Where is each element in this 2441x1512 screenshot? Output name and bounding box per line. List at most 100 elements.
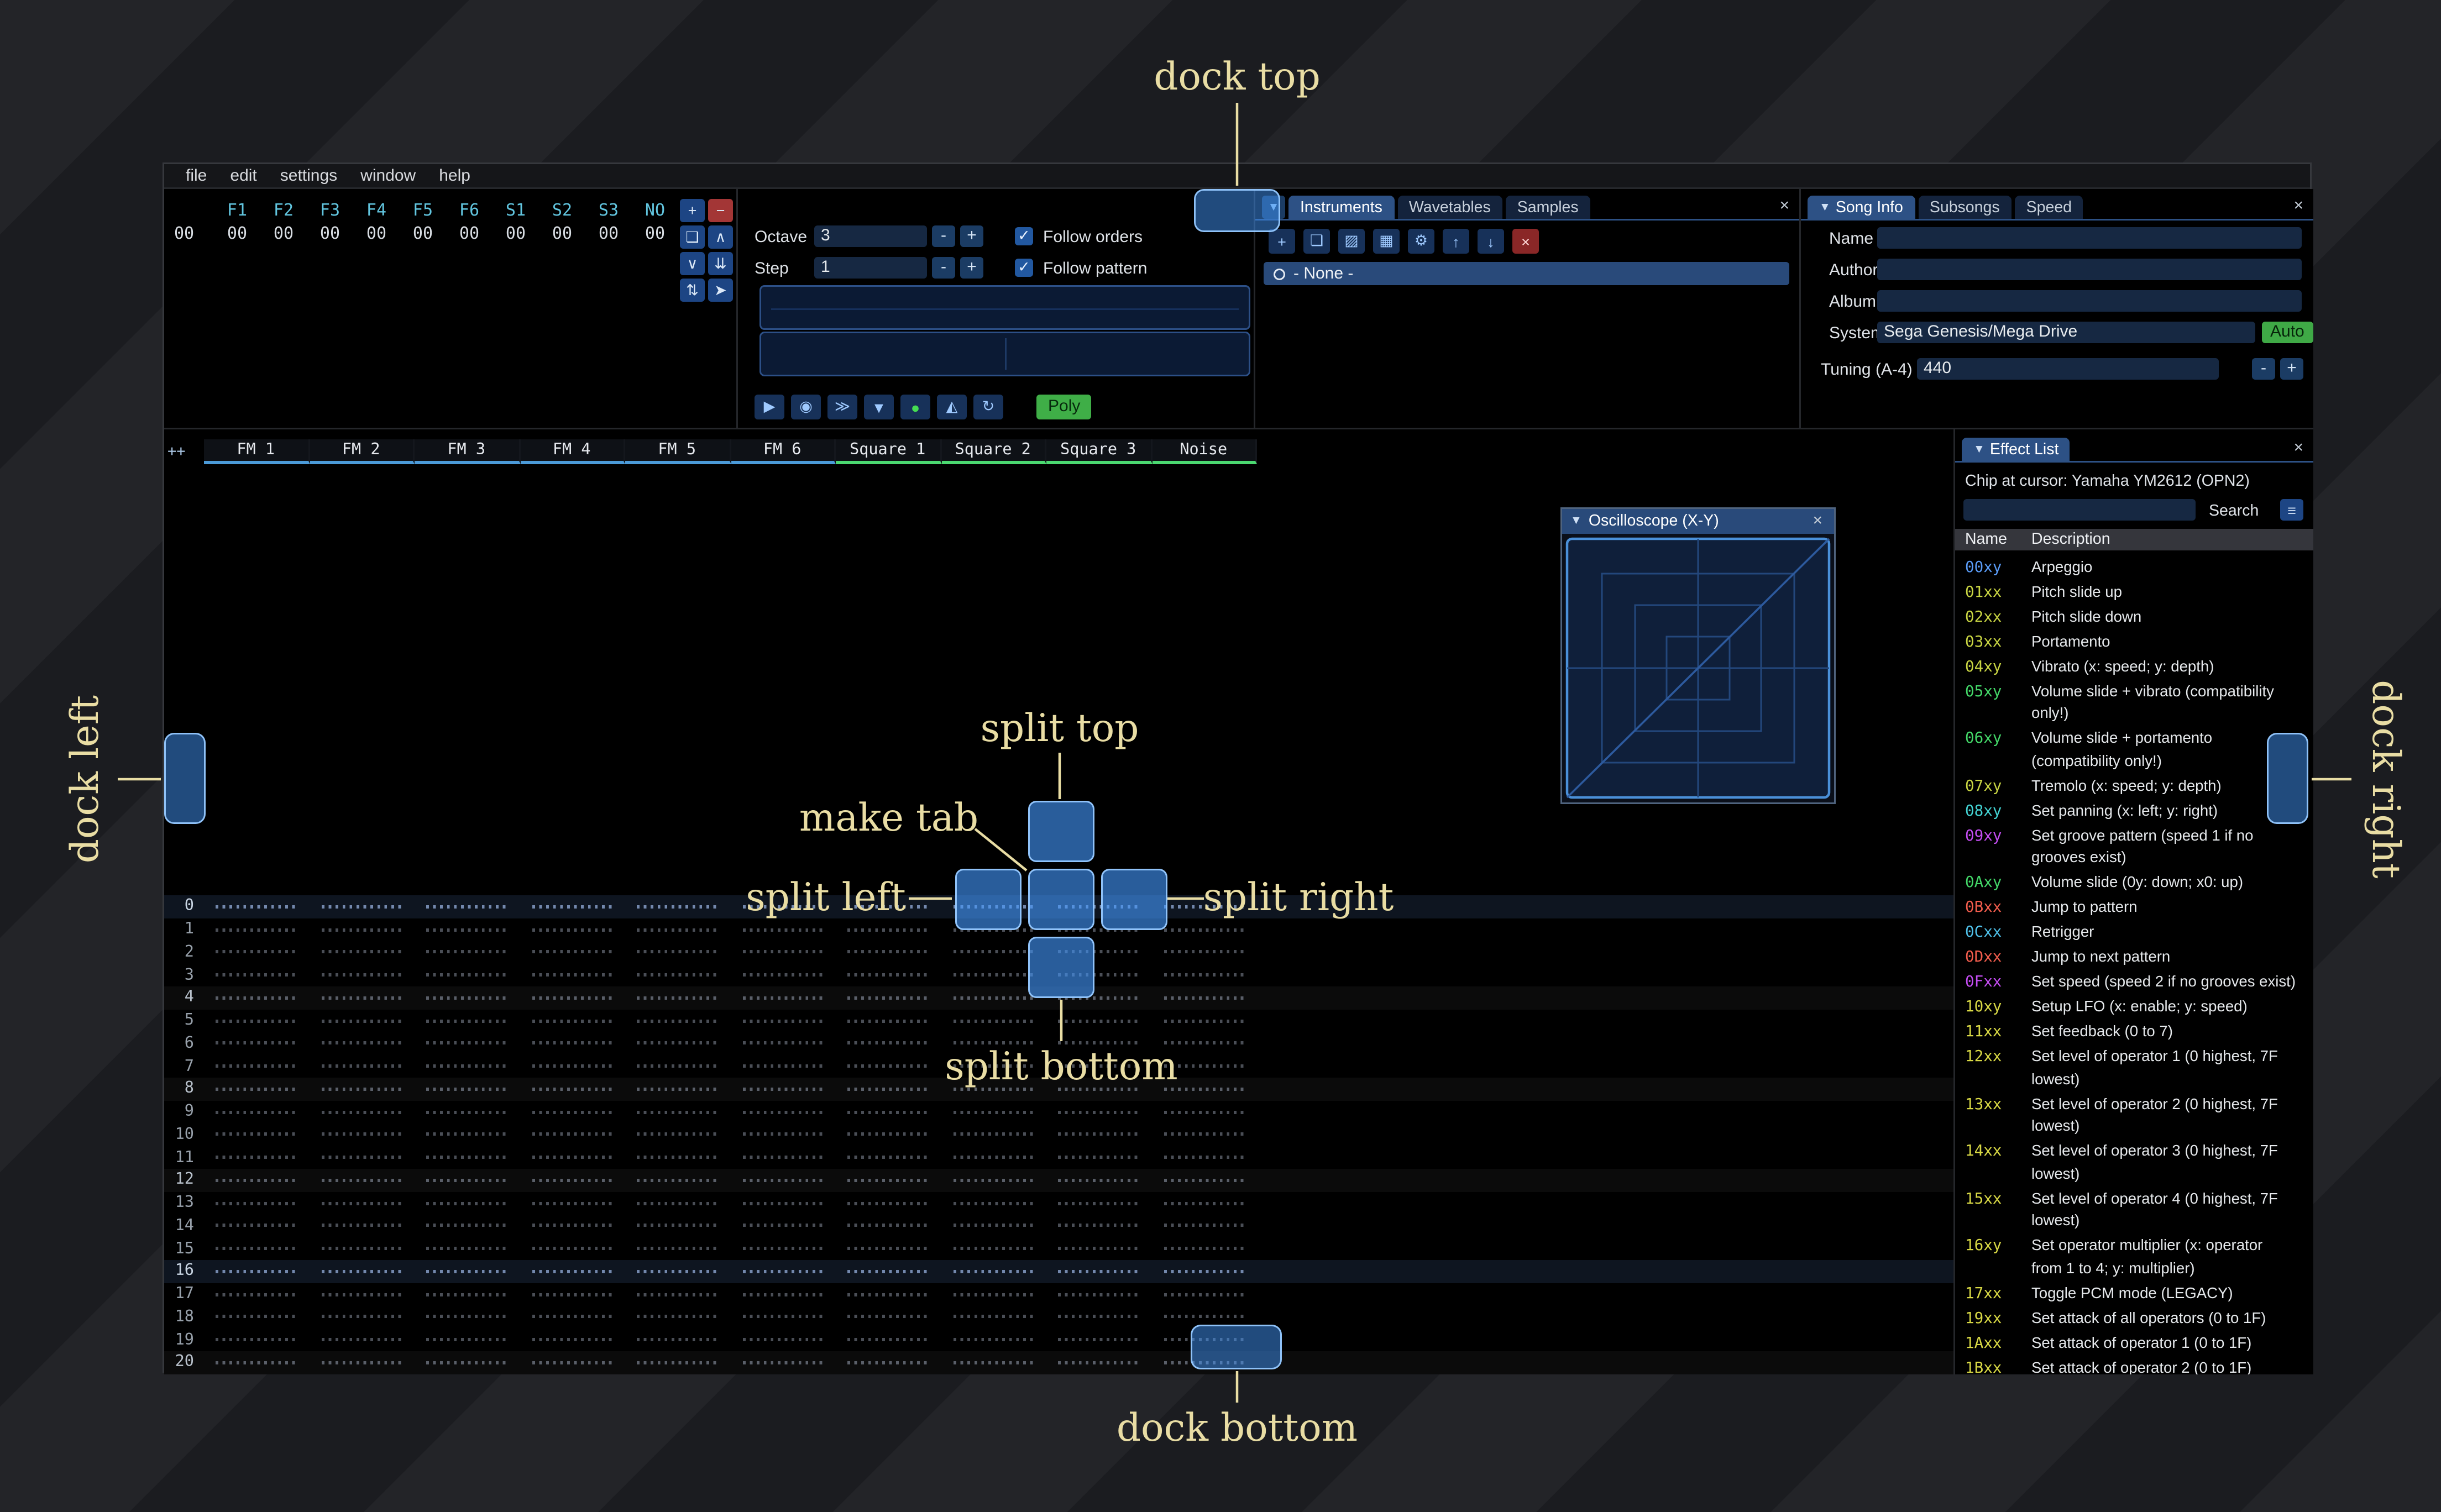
order-col-s3[interactable]: S3 xyxy=(585,202,632,221)
pattern-cell[interactable] xyxy=(204,1019,310,1022)
tab-subsongs[interactable]: Subsongs xyxy=(1918,196,2012,219)
order-col-no[interactable]: NO xyxy=(632,202,678,221)
order-cell[interactable]: 00 xyxy=(214,225,260,244)
instrument-save-button[interactable]: ▦ xyxy=(1373,229,1400,254)
pattern-cell[interactable] xyxy=(941,1338,1047,1342)
dock-left-target[interactable] xyxy=(164,733,206,824)
pattern-cell[interactable] xyxy=(836,996,941,1000)
pattern-cell[interactable] xyxy=(310,1110,415,1114)
pattern-cell[interactable] xyxy=(836,1133,941,1137)
pattern-cell[interactable] xyxy=(941,1292,1047,1296)
pattern-cell[interactable] xyxy=(520,1019,626,1022)
pattern-cell[interactable] xyxy=(625,1133,731,1137)
pattern-cell[interactable] xyxy=(310,905,415,909)
pattern-cell[interactable] xyxy=(625,951,731,954)
pattern-cell[interactable] xyxy=(731,1201,836,1205)
instrument-add-button[interactable]: + xyxy=(1269,229,1295,254)
pattern-cell[interactable] xyxy=(625,996,731,1000)
edit-record-button[interactable]: ● xyxy=(900,395,930,419)
pattern-cell[interactable] xyxy=(1046,1292,1152,1296)
effect-row-15xx[interactable]: 15xx Set level of operator 4 (0 highest, … xyxy=(1955,1187,2313,1235)
split-bottom-target[interactable] xyxy=(1028,937,1094,998)
pattern-cell[interactable] xyxy=(520,1269,626,1273)
effect-row-0Bxx[interactable]: 0Bxx Jump to pattern xyxy=(1955,896,2313,921)
pattern-cell[interactable] xyxy=(520,1133,626,1137)
pattern-cell[interactable] xyxy=(731,973,836,977)
pattern-row-10[interactable]: 10 xyxy=(164,1124,1953,1146)
effect-row-19xx[interactable]: 19xx Set attack of all operators (0 to 1F… xyxy=(1955,1306,2313,1331)
effect-row-0Fxx[interactable]: 0Fxx Set speed (speed 2 if no grooves exi… xyxy=(1955,971,2313,996)
dock-top-target[interactable] xyxy=(1194,189,1280,232)
pattern-cell[interactable] xyxy=(204,1087,310,1091)
pattern-cell[interactable] xyxy=(941,1315,1047,1319)
pattern-cell[interactable] xyxy=(1046,1269,1152,1273)
collapse-arrow-icon[interactable]: ▼ xyxy=(1819,202,1831,213)
pattern-cell[interactable] xyxy=(625,1201,731,1205)
pattern-cell[interactable] xyxy=(310,1064,415,1068)
instrument-move-down-button[interactable]: ↓ xyxy=(1478,229,1504,254)
pattern-cell[interactable] xyxy=(625,1064,731,1068)
polyphony-toggle-button[interactable]: Poly xyxy=(1036,395,1092,419)
effect-row-17xx[interactable]: 17xx Toggle PCM mode (LEGACY) xyxy=(1955,1282,2313,1306)
pattern-cell[interactable] xyxy=(941,1042,1047,1046)
effect-row-10xy[interactable]: 10xy Setup LFO (x: enable; y: speed) xyxy=(1955,996,2313,1021)
pattern-cell[interactable] xyxy=(941,1361,1047,1364)
pattern-cell[interactable] xyxy=(1152,1178,1258,1182)
pattern-cell[interactable] xyxy=(204,1178,310,1182)
pattern-cell[interactable] xyxy=(836,951,941,954)
pattern-cell[interactable] xyxy=(1152,1247,1258,1251)
pattern-cell[interactable] xyxy=(836,1247,941,1251)
order-edit-mode-button[interactable]: ➤ xyxy=(708,279,733,302)
tab-speed[interactable]: Speed xyxy=(2014,196,2084,219)
pattern-cell[interactable] xyxy=(625,1224,731,1228)
pattern-cell[interactable] xyxy=(204,973,310,977)
menu-window[interactable]: window xyxy=(349,167,427,185)
channel-header-fm-3[interactable]: FM 3 xyxy=(415,439,520,464)
instrument-folders-button[interactable]: ⚙ xyxy=(1408,229,1434,254)
pattern-cell[interactable] xyxy=(520,1338,626,1342)
pattern-cell[interactable] xyxy=(1046,1315,1152,1319)
pattern-row-5[interactable]: 5 xyxy=(164,1009,1953,1032)
play-from-cursor-button[interactable]: ≫ xyxy=(827,395,857,419)
pattern-cell[interactable] xyxy=(520,1292,626,1296)
collapse-arrow-icon[interactable]: ▼ xyxy=(1973,444,1985,455)
pattern-cell[interactable] xyxy=(731,1019,836,1022)
pattern-cell[interactable] xyxy=(625,1042,731,1046)
order-cell[interactable]: 00 xyxy=(585,225,632,244)
channel-header-noise[interactable]: Noise xyxy=(1151,439,1257,464)
pattern-cell[interactable] xyxy=(625,1361,731,1364)
pattern-row-20[interactable]: 20 xyxy=(164,1351,1953,1374)
pattern-cell[interactable] xyxy=(1046,1133,1152,1137)
pattern-cell[interactable] xyxy=(520,1201,626,1205)
dock-right-target[interactable] xyxy=(2267,733,2308,824)
pattern-row-17[interactable]: 17 xyxy=(164,1283,1953,1305)
piano-widget-upper[interactable] xyxy=(759,285,1250,330)
pattern-cell[interactable] xyxy=(836,1019,941,1022)
pattern-cell[interactable] xyxy=(415,1247,520,1251)
pattern-cell[interactable] xyxy=(731,1338,836,1342)
close-icon[interactable]: × xyxy=(2290,439,2307,458)
pattern-cell[interactable] xyxy=(731,996,836,1000)
pattern-cell[interactable] xyxy=(204,927,310,931)
order-cell[interactable]: 00 xyxy=(632,225,678,244)
play-pattern-button[interactable]: ◉ xyxy=(791,395,821,419)
pattern-cell[interactable] xyxy=(415,1064,520,1068)
follow-orders-checkbox[interactable]: ✓ xyxy=(1015,227,1033,245)
pattern-cell[interactable] xyxy=(836,1156,941,1159)
instrument-move-up-button[interactable]: ↑ xyxy=(1443,229,1469,254)
pattern-cell[interactable] xyxy=(310,973,415,977)
split-left-target[interactable] xyxy=(955,869,1022,930)
tab-song-info[interactable]: ▼ Song Info xyxy=(1808,196,1915,219)
effect-row-06xy[interactable]: 06xy Volume slide + portamento (compatibil… xyxy=(1955,727,2313,775)
pattern-cell[interactable] xyxy=(415,1224,520,1228)
pattern-cell[interactable] xyxy=(731,1247,836,1251)
pattern-cell[interactable] xyxy=(204,1156,310,1159)
channel-header-fm-2[interactable]: FM 2 xyxy=(309,439,415,464)
order-cell[interactable]: 00 xyxy=(493,225,539,244)
effect-row-16xy[interactable]: 16xy Set operator multiplier (x: operator… xyxy=(1955,1235,2313,1282)
pattern-cell[interactable] xyxy=(204,1315,310,1319)
pattern-cell[interactable] xyxy=(310,1019,415,1022)
pattern-cell[interactable] xyxy=(310,1133,415,1137)
song-author-input[interactable] xyxy=(1877,259,2302,280)
order-duplicate-to-end-button[interactable]: ⇊ xyxy=(708,252,733,275)
